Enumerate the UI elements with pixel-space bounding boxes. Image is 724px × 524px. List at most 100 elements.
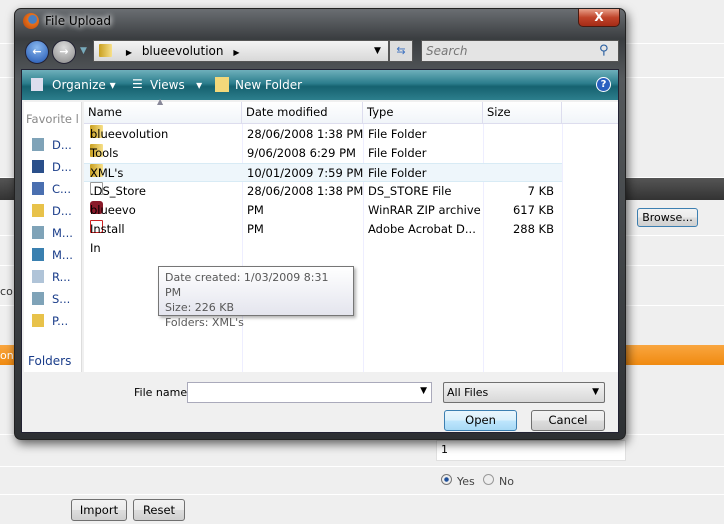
new-folder-icon [215,77,229,92]
file-date: 28/06/2008 1:38 PM [247,127,364,141]
views-label: Views [150,78,185,92]
file-list: Name Date modified Type Size ▲ blueevolu… [84,97,618,372]
folders-toggle[interactable]: Folders [28,354,71,368]
cancel-button[interactable]: Cancel [531,410,605,431]
file-type: DS_STORE File [368,184,452,198]
page-row [0,467,724,495]
command-bar: Organize ▾ ☰ Views ▾ New Folder ? [22,70,618,100]
reset-button[interactable]: Reset [133,499,185,521]
file-name: blueevolution [90,127,169,141]
address-bar[interactable]: ▶ blueevolution ▶ ▼ [93,40,389,62]
file-type: WinRAR ZIP archive [368,203,481,217]
file-name: XML's [90,166,124,180]
searches-icon [32,292,44,305]
nav-item[interactable]: M... [32,226,73,240]
nav-item[interactable]: P... [32,314,68,328]
documents-icon [32,138,44,151]
file-name: Tools [90,146,119,160]
breadcrumb-separator-icon: ▶ [233,48,240,57]
navigation-pane: Favorite l D... D... C... D... M... M...… [24,102,82,372]
page-text-fragment: r co [0,285,13,298]
new-folder-button[interactable]: New Folder [235,78,302,92]
dialog-title: File Upload [45,14,111,28]
file-row[interactable]: Tools 9/06/2008 6:29 PM File Folder [84,144,562,163]
file-row[interactable]: .DS_Store 28/06/2008 1:38 PM DS_STORE Fi… [84,182,562,201]
file-type-select[interactable]: All Files ▼ [443,382,605,403]
nav-item[interactable]: D... [32,138,72,152]
folder-icon [32,314,44,327]
nav-item[interactable]: R... [32,270,71,284]
file-name: Install In [90,222,125,255]
number-input[interactable]: 1 [436,440,626,461]
file-upload-dialog: File Upload X ← → ▼ ▶ blueevolution ▶ ▼ … [14,8,626,440]
file-date: 10/01/2009 7:59 PM [247,166,364,180]
file-type: File Folder [368,166,427,180]
folder-icon [99,44,112,57]
file-row[interactable]: Install In PM Adobe Acrobat D... 288 KB [84,220,562,255]
file-type-value: All Files [447,386,489,399]
tooltip-line: Size: 226 KB [165,301,235,314]
radio-yes-label: Yes [457,475,475,488]
organize-label: Organize [52,78,106,92]
radio-yes[interactable] [441,474,452,485]
search-input[interactable]: Search [421,40,619,62]
back-button[interactable]: ← [25,40,49,64]
file-type: Adobe Acrobat D... [368,222,476,236]
nav-item[interactable]: C... [32,182,71,196]
views-button[interactable]: Views ▾ [150,78,202,92]
file-name: blueevo [90,203,136,217]
radio-no[interactable] [483,474,494,485]
file-date: PM [247,203,264,217]
file-size: 288 KB [512,222,554,236]
file-row[interactable]: blueevo PM WinRAR ZIP archive 617 KB [84,201,562,220]
column-header-type[interactable]: Type [363,102,483,124]
folder-icon [32,204,44,217]
open-button[interactable]: Open [444,410,517,431]
tooltip-line: Date created: 1/03/2009 8:31 PM [165,271,329,299]
nav-item[interactable]: D... [32,160,72,174]
column-header-date[interactable]: Date modified [242,102,363,124]
computer-icon [32,182,44,195]
file-name-input[interactable]: ▼ [187,382,432,403]
file-size: 617 KB [512,203,554,217]
file-tooltip: Date created: 1/03/2009 8:31 PM Size: 22… [158,266,354,329]
desktop-icon [32,160,44,173]
file-name-label: File name: [134,386,191,399]
nav-item[interactable]: D... [32,204,72,218]
file-row[interactable]: blueevolution 28/06/2008 1:38 PM File Fo… [84,125,562,144]
column-header-size[interactable]: Size [483,102,562,124]
nav-item[interactable]: S... [32,292,70,306]
favorite-links-header: Favorite l [26,112,79,126]
file-date: 28/06/2008 1:38 PM [247,184,364,198]
file-date: PM [247,222,264,236]
breadcrumb-separator-icon: ▶ [125,48,132,57]
file-type: File Folder [368,127,427,141]
file-name: .DS_Store [90,184,146,198]
import-button[interactable]: Import [71,499,127,521]
forward-button[interactable]: → [52,40,76,64]
nav-item[interactable]: M... [32,248,73,262]
file-name-dropdown-icon[interactable]: ▼ [420,386,427,396]
tooltip-line: Folders: XML's [165,316,244,329]
column-divider [562,124,563,372]
organize-icon [31,78,43,91]
dialog-body: Organize ▾ ☰ Views ▾ New Folder ? Favori… [21,69,619,433]
organize-button[interactable]: Organize ▾ [52,78,116,92]
sort-arrow-icon: ▲ [157,97,164,106]
firefox-icon [23,13,39,29]
help-icon[interactable]: ? [596,77,611,92]
refresh-button[interactable]: ⇆ [389,40,413,62]
orange-bar-text: on [0,349,14,362]
search-icon[interactable]: ⚲ [599,43,609,58]
file-size: 7 KB [527,184,554,198]
file-date: 9/06/2008 6:29 PM [247,146,356,160]
file-row[interactable]: XML's 10/01/2009 7:59 PM File Folder [84,163,562,182]
history-dropdown-icon[interactable]: ▼ [80,46,87,56]
close-button[interactable]: X [578,9,620,27]
pictures-icon [32,226,44,239]
address-dropdown-icon[interactable]: ▼ [374,41,381,61]
breadcrumb-item[interactable]: blueevolution [142,44,224,58]
browse-button[interactable]: Browse... [637,208,698,227]
file-type: File Folder [368,146,427,160]
recent-icon [32,270,44,283]
